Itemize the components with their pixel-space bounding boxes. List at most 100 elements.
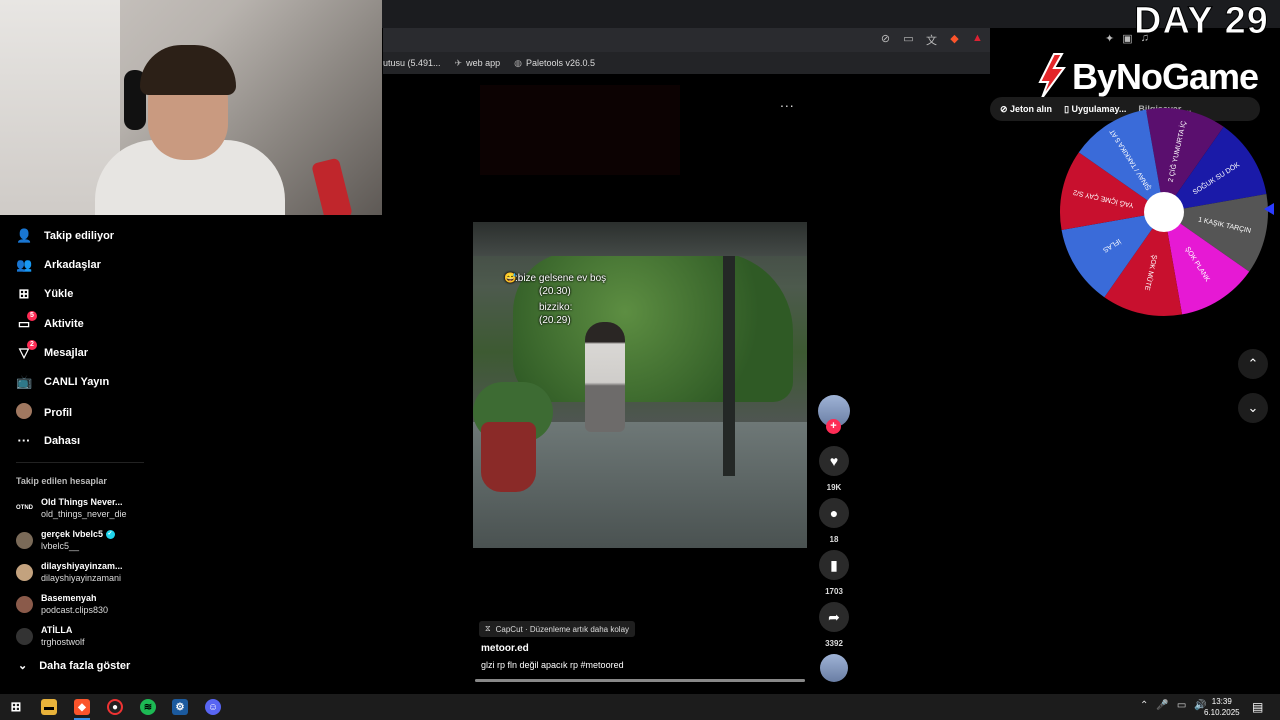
get-coins-button[interactable]: ⊘ Jeton alın bbox=[1000, 104, 1052, 115]
video-scene-pillar bbox=[723, 256, 735, 476]
avatar: OTND bbox=[16, 499, 33, 517]
file-explorer-icon[interactable]: ▬ bbox=[41, 699, 57, 715]
show-more-button[interactable]: ⌄ Daha fazla göster bbox=[18, 659, 131, 673]
chevron-up-icon[interactable]: ⌃ bbox=[1140, 700, 1148, 711]
messages-badge: 2 bbox=[27, 340, 37, 350]
sidebar-item-profile[interactable]: Profil bbox=[16, 403, 72, 422]
video-progress-bar[interactable] bbox=[475, 679, 805, 682]
microphone-icon[interactable]: 🎤 bbox=[1156, 700, 1168, 711]
account-username: dilayshiyayinzamani bbox=[41, 573, 122, 583]
account-name: ATİLLA bbox=[41, 625, 73, 635]
cast-icon[interactable]: ▭ bbox=[901, 32, 916, 48]
save-button[interactable]: ▮ 1703 bbox=[818, 550, 850, 596]
sidebar-item-label: Profil bbox=[44, 406, 73, 419]
followed-account[interactable]: dilayshiyayinzam... dilayshiyayinzamani bbox=[16, 560, 123, 584]
brave-shield-icon[interactable]: ◆ bbox=[947, 32, 962, 48]
avatar bbox=[16, 403, 32, 422]
get-coins-label: Jeton alın bbox=[1010, 103, 1053, 114]
comment-button[interactable]: ● 18 bbox=[818, 498, 850, 544]
follow-button[interactable]: + bbox=[826, 419, 841, 434]
account-name: dilayshiyayinzam... bbox=[41, 561, 123, 571]
video-author[interactable]: metoor.ed bbox=[481, 643, 529, 654]
clock-date: 6.10.2025 bbox=[1204, 708, 1240, 717]
capcut-link[interactable]: ⧖ CapCut · Düzenleme artık daha kolay bbox=[479, 621, 636, 637]
clock-time: 13:39 bbox=[1211, 697, 1232, 706]
screen: { "overlay": { "day_label": "DAY 29", "b… bbox=[0, 0, 1280, 720]
globe-icon: ✈ bbox=[454, 57, 463, 68]
bookmark-item[interactable]: utusu (5.491... bbox=[383, 58, 441, 68]
sidebar-item-more[interactable]: ··· Dahası bbox=[16, 433, 81, 448]
followed-account[interactable]: ATİLLA trghostwolf bbox=[16, 624, 85, 648]
extensions-icon[interactable]: ✦ bbox=[1105, 32, 1114, 45]
sidebar-item-messages[interactable]: ▽ 2 Mesajlar bbox=[16, 340, 88, 361]
bookmark-item[interactable]: ◍ Paletools v26.0.5 bbox=[514, 58, 595, 69]
sidebar-item-label: Takip ediliyor bbox=[44, 230, 115, 242]
next-video-button[interactable]: ⌄ bbox=[1238, 393, 1268, 423]
sidebar-item-activity[interactable]: ▭ 5 Aktivite bbox=[16, 311, 84, 332]
capcut-icon: ⧖ bbox=[485, 624, 491, 633]
sidebar-item-label: CANLI Yayın bbox=[44, 376, 110, 388]
webcam-person-hair bbox=[140, 45, 236, 95]
upload-icon: ⊞ bbox=[18, 286, 30, 301]
heart-icon: ♥ bbox=[819, 446, 849, 476]
bookmark-label: web app bbox=[466, 58, 501, 68]
bookmark-icon: ▮ bbox=[819, 550, 849, 580]
windows-start-icon[interactable]: ⊞ bbox=[8, 699, 24, 715]
chevron-up-icon: ⌃ bbox=[1247, 356, 1259, 371]
no-tracking-icon[interactable]: ⊘ bbox=[878, 32, 893, 48]
activity-badge: 5 bbox=[27, 311, 37, 321]
following-icon: 👤 bbox=[16, 228, 33, 243]
spotify-icon[interactable]: ≋ bbox=[140, 699, 156, 715]
save-count: 1703 bbox=[825, 587, 843, 596]
brave-browser-icon[interactable]: ◆ bbox=[74, 699, 90, 715]
video-scene-roof bbox=[473, 222, 807, 256]
sidebar-item-following[interactable]: 👤 Takip ediliyor bbox=[16, 228, 114, 244]
brave-rewards-icon[interactable]: ▲ bbox=[970, 32, 985, 48]
video-scene-pot bbox=[481, 422, 536, 492]
chevron-down-icon: ⌄ bbox=[1247, 400, 1259, 415]
followed-account[interactable]: OTND Old Things Never... old_things_never… bbox=[16, 496, 127, 520]
following-accounts-title: Takip edilen hesaplar bbox=[16, 476, 107, 486]
sidebar-item-friends[interactable]: 👥 Arkadaşlar bbox=[16, 257, 101, 273]
avatar bbox=[16, 531, 33, 549]
video-player[interactable]: 😅 :bize gelsene ev boş (20.30) bizziko: … bbox=[473, 222, 807, 548]
wheel-pointer-icon bbox=[1264, 203, 1274, 215]
bookmark-item[interactable]: ✈ web app bbox=[455, 58, 501, 69]
recorder-icon[interactable]: ● bbox=[107, 699, 123, 715]
account-username: lvbelc5__ bbox=[41, 541, 80, 551]
followed-account[interactable]: gerçek lvbelc5 ✓ lvbelc5__ bbox=[16, 528, 115, 552]
comment-count: 18 bbox=[829, 535, 839, 544]
sidebar-item-label: Aktivite bbox=[44, 318, 84, 330]
account-name: Basemenyah bbox=[41, 593, 97, 603]
network-icon[interactable]: ▭ bbox=[1177, 700, 1186, 711]
sidebar-item-label: Yükle bbox=[44, 288, 74, 300]
notification-icon[interactable]: ▤ bbox=[1252, 700, 1263, 714]
sidebar-item-live[interactable]: 📺 CANLI Yayın bbox=[16, 374, 109, 390]
spin-wheel: 2 ÇİĞ YUMURTA İÇ SOĞUK SU DÖK1 KAŞIK TARÇ… bbox=[1060, 108, 1268, 316]
share-button[interactable]: ➦ 3392 bbox=[818, 602, 850, 648]
discord-icon[interactable]: ☺ bbox=[205, 699, 221, 715]
webcam-overlay bbox=[0, 0, 382, 215]
taskbar-clock[interactable]: 13:39 6.10.2025 bbox=[1204, 696, 1240, 718]
music-disc-button[interactable] bbox=[818, 654, 850, 682]
screenshot-icon[interactable]: ▣ bbox=[1122, 32, 1132, 45]
chevron-down-icon: ⌄ bbox=[18, 660, 28, 672]
followed-account[interactable]: Basemenyah podcast.clips830 bbox=[16, 592, 108, 616]
sidebar-item-label: Arkadaşlar bbox=[44, 259, 101, 271]
video-overlay-text: (20.29) bbox=[539, 315, 571, 326]
sidebar-item-upload[interactable]: ⊞ Yükle bbox=[16, 286, 74, 302]
steam-icon[interactable]: ⚙ bbox=[172, 699, 188, 715]
previous-video-button[interactable]: ⌃ bbox=[1238, 349, 1268, 379]
sidebar-divider bbox=[16, 462, 144, 463]
video-scene-person bbox=[585, 322, 625, 432]
video-options-button[interactable]: ... bbox=[780, 94, 795, 110]
windows-taskbar bbox=[0, 694, 1280, 720]
translate-icon[interactable]: 文 bbox=[924, 32, 939, 48]
brand-logo-text: ByNoGame bbox=[1072, 56, 1259, 97]
comment-icon: ● bbox=[819, 498, 849, 528]
sidebar-item-label: Dahası bbox=[44, 434, 81, 447]
like-button[interactable]: ♥ 19K bbox=[818, 446, 850, 492]
live-icon: 📺 bbox=[16, 374, 33, 389]
show-more-label: Daha fazla göster bbox=[39, 659, 131, 672]
address-bar-icons: ⊘ ▭ 文 ◆ ▲ bbox=[878, 32, 985, 48]
